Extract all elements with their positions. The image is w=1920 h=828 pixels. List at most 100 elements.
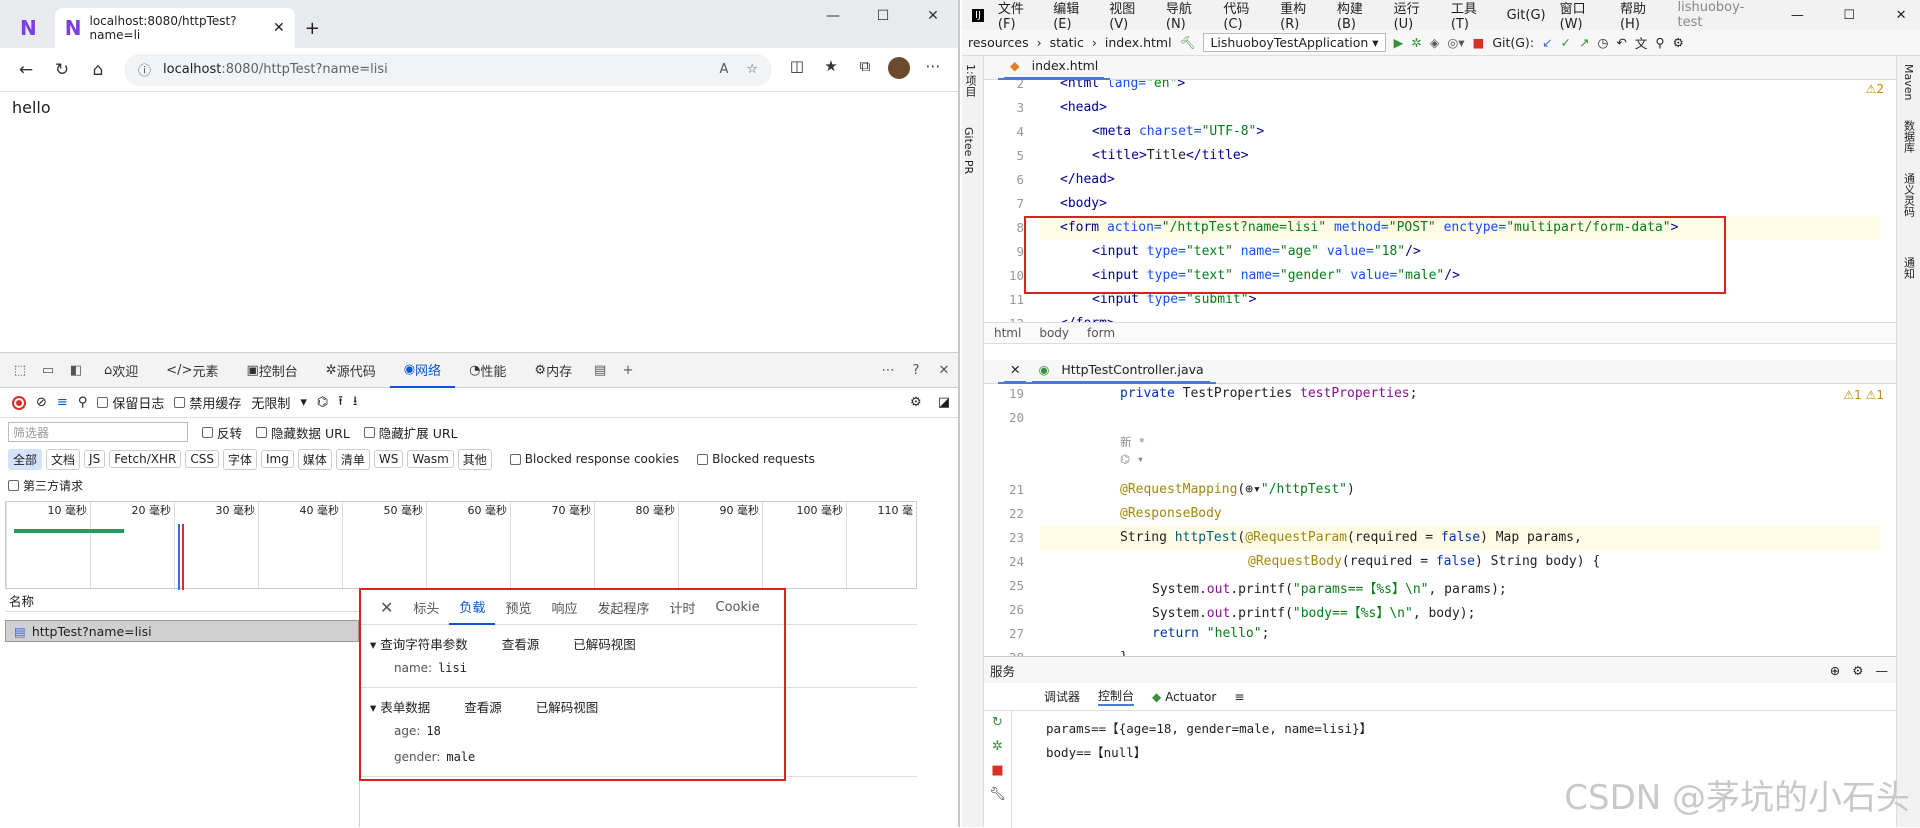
- close-devtools-icon[interactable]: ✕: [930, 363, 958, 378]
- record-icon[interactable]: [12, 395, 26, 410]
- avatar[interactable]: [882, 56, 916, 83]
- favorite-star-icon[interactable]: ☆: [746, 62, 758, 77]
- back-icon[interactable]: ←: [8, 60, 44, 80]
- editor-tab-html[interactable]: ◆ index.html: [984, 56, 1896, 80]
- minimize-icon[interactable]: —: [1778, 8, 1816, 23]
- tab-actuator[interactable]: ◆ Actuator: [1152, 690, 1216, 704]
- blocked-cookies-checkbox[interactable]: Blocked response cookies: [509, 452, 679, 466]
- hide-data-urls-checkbox[interactable]: 隐藏数据 URL: [256, 423, 350, 442]
- invert-checkbox[interactable]: 反转: [202, 423, 242, 442]
- menu-git[interactable]: Git(G): [1507, 8, 1546, 23]
- debug-icon[interactable]: ✲: [984, 735, 1011, 759]
- disable-cache-checkbox[interactable]: 禁用缓存: [174, 393, 241, 412]
- history-icon[interactable]: ◷: [1597, 35, 1608, 50]
- info-icon[interactable]: ⓘ: [138, 60, 151, 79]
- type-wasm[interactable]: Wasm: [407, 450, 454, 468]
- network-timeline[interactable]: 10 毫秒 20 毫秒 30 毫秒 40 毫秒 50 毫秒 60 毫秒 70 毫…: [5, 501, 917, 590]
- profile-icon[interactable]: ◎▾: [1447, 35, 1464, 50]
- warning-count[interactable]: ⚠2: [1866, 82, 1884, 96]
- settings-gear-icon[interactable]: ⚙: [1673, 35, 1684, 50]
- type-img[interactable]: Img: [261, 450, 294, 468]
- throttle-select[interactable]: 无限制: [251, 393, 290, 412]
- path-file[interactable]: index.html: [1105, 35, 1172, 50]
- tab-welcome[interactable]: ⌂ 欢迎: [90, 352, 152, 388]
- download-icon[interactable]: ⭳: [353, 392, 358, 414]
- maven-tool-button[interactable]: Maven: [1902, 64, 1915, 100]
- stop-icon[interactable]: ■: [984, 759, 1011, 783]
- minimize-icon[interactable]: —: [808, 0, 858, 32]
- menu-navigate[interactable]: 导航(N): [1166, 0, 1209, 32]
- list-icon[interactable]: ≡: [1234, 690, 1244, 704]
- git-commit-icon[interactable]: ✓: [1561, 35, 1571, 50]
- debug-icon[interactable]: ✲: [1411, 35, 1421, 50]
- tongyi-tool-button[interactable]: 通义灵码: [1901, 173, 1917, 217]
- breadcrumb-item[interactable]: body: [1039, 326, 1069, 340]
- url-input[interactable]: ⓘ localhost:8080/httpTest?name=lisi A ☆: [124, 53, 772, 86]
- split-screen-icon[interactable]: ◫: [780, 57, 814, 83]
- path-static[interactable]: static: [1050, 35, 1084, 50]
- project-tool-button[interactable]: 1:项目: [962, 64, 978, 97]
- database-tool-button[interactable]: 数据库: [1901, 120, 1917, 153]
- menu-edit[interactable]: 编辑(E): [1053, 0, 1095, 32]
- clear-icon[interactable]: ⊘: [36, 395, 47, 410]
- coverage-icon[interactable]: ◈: [1430, 35, 1440, 50]
- dock-icon[interactable]: ◧: [62, 363, 90, 378]
- git-update-icon[interactable]: ↙: [1542, 35, 1552, 50]
- filter-input[interactable]: 筛选器: [8, 422, 188, 442]
- settings-gear-icon[interactable]: ⚙: [1852, 663, 1863, 678]
- inspect-icon[interactable]: ⬚: [6, 363, 34, 378]
- preserve-log-checkbox[interactable]: 保留日志: [97, 393, 164, 412]
- minimize-panel-icon[interactable]: —: [1876, 663, 1889, 678]
- maximize-icon[interactable]: ☐: [1830, 8, 1868, 23]
- hide-ext-urls-checkbox[interactable]: 隐藏扩展 URL: [363, 423, 458, 442]
- add-tool-icon[interactable]: +: [614, 363, 642, 378]
- search-icon[interactable]: ⚲: [1655, 35, 1664, 50]
- tab-onenote[interactable]: N: [10, 8, 55, 48]
- notifications-tool-button[interactable]: 通知: [1901, 257, 1917, 279]
- menu-tools[interactable]: 工具(T): [1451, 0, 1493, 32]
- code-area[interactable]: ⚠1 ⚠1 19 20 21 22 23 24 25 26 27 28 priv…: [984, 384, 1896, 656]
- device-icon[interactable]: ▭: [34, 363, 62, 378]
- wrench-icon[interactable]: 🔧︎: [984, 783, 1011, 807]
- tab-elements[interactable]: </> 元素: [152, 352, 232, 388]
- type-manifest[interactable]: 清单: [335, 448, 370, 470]
- network-conditions-icon[interactable]: ⌬: [317, 395, 328, 410]
- rollback-icon[interactable]: ↶: [1616, 35, 1626, 50]
- menu-code[interactable]: 代码(C): [1223, 0, 1266, 32]
- stop-icon[interactable]: ■: [1473, 35, 1485, 50]
- tab-sources[interactable]: ✲ 源代码: [312, 352, 390, 388]
- type-xhr[interactable]: Fetch/XHR: [109, 450, 182, 468]
- help-icon[interactable]: ?: [902, 363, 930, 378]
- add-service-icon[interactable]: ⊕: [1830, 663, 1840, 678]
- run-icon[interactable]: ▶: [1394, 35, 1404, 50]
- collections-icon[interactable]: ⧉: [848, 57, 882, 83]
- refresh-icon[interactable]: ↻: [44, 60, 80, 80]
- more-icon[interactable]: ⋯: [916, 57, 950, 83]
- request-row[interactable]: ▤ httpTest?name=lisi: [5, 620, 359, 642]
- menu-file[interactable]: 文件(F): [998, 0, 1039, 32]
- console-output[interactable]: params==【{age=18, gender=male, name=lisi…: [1046, 717, 1372, 765]
- path-resources[interactable]: resources: [968, 35, 1029, 50]
- close-tab-icon[interactable]: ✕: [1004, 359, 1027, 383]
- settings-gear-icon[interactable]: ⚙: [910, 395, 922, 410]
- editor-tab-java[interactable]: ✕ ◉ HttpTestController.java: [984, 360, 1896, 384]
- menu-window[interactable]: 窗口(W): [1560, 0, 1606, 32]
- translate-icon[interactable]: 文: [1635, 33, 1648, 52]
- type-other[interactable]: 其他: [457, 448, 492, 470]
- menu-refactor[interactable]: 重构(R): [1280, 0, 1323, 32]
- tab-performance[interactable]: ◔ 性能: [455, 352, 520, 388]
- menu-help[interactable]: 帮助(H): [1620, 0, 1663, 32]
- type-doc[interactable]: 文档: [46, 448, 81, 470]
- close-window-icon[interactable]: ✕: [908, 0, 958, 32]
- tab-active[interactable]: N localhost:8080/httpTest?name=li ✕: [54, 8, 295, 48]
- more-tools-icon[interactable]: ⋯: [874, 363, 902, 378]
- type-font[interactable]: 字体: [222, 448, 257, 470]
- close-window-icon[interactable]: ✕: [1882, 8, 1920, 23]
- home-icon[interactable]: ⌂: [80, 60, 116, 80]
- tab-network[interactable]: ◉ 网络: [389, 352, 456, 388]
- tab-debugger[interactable]: 调试器: [1044, 688, 1080, 705]
- hammer-icon[interactable]: 🔨︎: [1180, 35, 1196, 51]
- tab-console[interactable]: 控制台: [1098, 687, 1135, 706]
- type-js[interactable]: JS: [84, 450, 106, 468]
- menu-run[interactable]: 运行(U): [1394, 0, 1437, 32]
